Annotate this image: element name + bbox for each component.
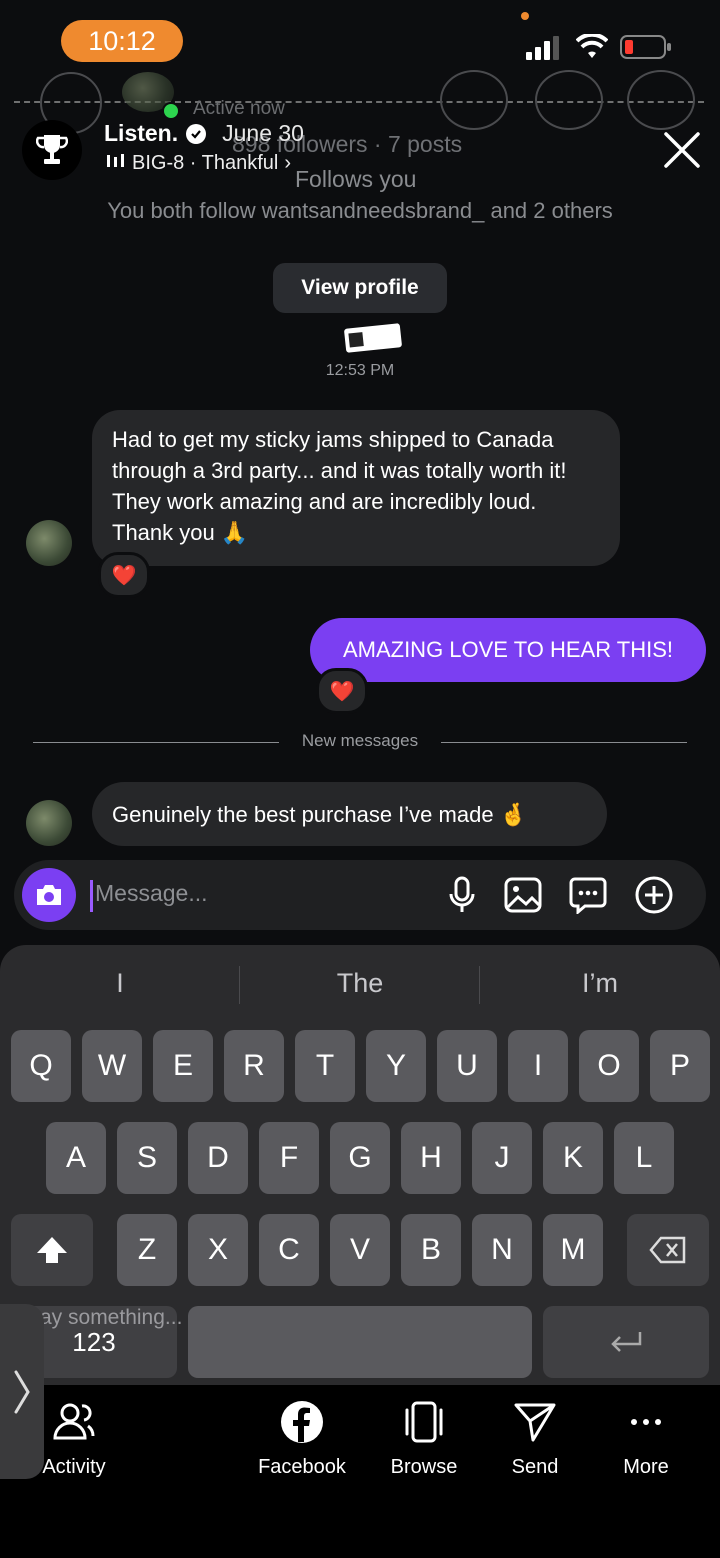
facebook-icon <box>281 1401 323 1443</box>
suggestion-3[interactable]: I’m <box>480 968 720 999</box>
nav-browse[interactable]: Browse <box>374 1400 474 1479</box>
backspace-icon <box>649 1236 686 1264</box>
key-c[interactable]: C <box>259 1214 319 1286</box>
gallery-icon[interactable] <box>503 875 543 915</box>
music-bars-icon <box>106 152 126 175</box>
online-dot <box>162 102 180 120</box>
add-icon[interactable] <box>634 875 674 915</box>
text-caret <box>90 880 93 912</box>
key-n[interactable]: N <box>472 1214 532 1286</box>
send-icon <box>514 1403 556 1442</box>
heart-reaction-icon[interactable]: ❤️ <box>98 552 150 598</box>
camera-icon <box>37 885 61 905</box>
music-title: BIG-8 · Thankful <box>132 152 279 174</box>
key-v[interactable]: V <box>330 1214 390 1286</box>
story-account-name: Listen. <box>104 120 179 146</box>
wifi-icon <box>575 32 609 65</box>
story-music[interactable]: BIG-8 · Thankful › <box>106 152 291 175</box>
outgoing-message[interactable]: AMAZING LOVE TO HEAR THIS! <box>310 618 706 682</box>
view-profile-button[interactable]: View profile <box>273 263 447 313</box>
space-key[interactable] <box>188 1306 532 1378</box>
key-t[interactable]: T <box>295 1030 355 1102</box>
battery-icon <box>620 34 672 65</box>
key-g[interactable]: G <box>330 1122 390 1194</box>
shift-icon <box>37 1237 67 1263</box>
privacy-indicator-dot <box>521 12 529 20</box>
verified-badge-icon <box>186 123 207 144</box>
key-p[interactable]: P <box>650 1030 710 1102</box>
suggestion-1[interactable]: I <box>0 968 240 999</box>
key-i[interactable]: I <box>508 1030 568 1102</box>
nav-label: Browse <box>390 1456 458 1478</box>
nav-label: More <box>623 1456 669 1478</box>
key-x[interactable]: X <box>188 1214 248 1286</box>
sticker-chat-icon[interactable] <box>568 875 608 915</box>
key-h[interactable]: H <box>401 1122 461 1194</box>
key-d[interactable]: D <box>188 1122 248 1194</box>
key-j[interactable]: J <box>472 1122 532 1194</box>
incoming-message[interactable]: Genuinely the best purchase I’ve made 🤞 <box>92 782 607 846</box>
story-account[interactable]: Listen. June 30 <box>104 120 304 147</box>
key-o[interactable]: O <box>579 1030 639 1102</box>
music-sticker <box>343 323 403 353</box>
people-icon <box>53 1403 95 1440</box>
key-k[interactable]: K <box>543 1122 603 1194</box>
key-e[interactable]: E <box>153 1030 213 1102</box>
key-f[interactable]: F <box>259 1122 319 1194</box>
return-key[interactable] <box>543 1306 709 1378</box>
status-time: 10:12 <box>61 20 183 62</box>
close-icon[interactable] <box>660 128 704 172</box>
sender-avatar[interactable] <box>26 520 72 566</box>
new-messages-label: New messages <box>301 731 419 750</box>
message-timestamp: 12:53 PM <box>325 362 395 379</box>
emoji-button-ghost <box>440 70 508 130</box>
backspace-key[interactable] <box>627 1214 709 1286</box>
nav-facebook[interactable]: Facebook <box>252 1400 352 1479</box>
trophy-icon[interactable] <box>22 120 82 180</box>
sender-avatar[interactable] <box>26 800 72 846</box>
nav-send[interactable]: Send <box>485 1400 585 1479</box>
message-input[interactable]: Message... <box>95 880 208 907</box>
key-u[interactable]: U <box>437 1030 497 1102</box>
browse-icon <box>405 1401 443 1443</box>
key-b[interactable]: B <box>401 1214 461 1286</box>
faded-overlay-text: ay something... <box>40 1306 183 1329</box>
active-status: Active now <box>193 98 285 119</box>
nav-more[interactable]: More <box>596 1400 696 1479</box>
key-l[interactable]: L <box>614 1122 674 1194</box>
microphone-icon[interactable] <box>442 875 482 915</box>
camera-button[interactable] <box>22 868 76 922</box>
key-m[interactable]: M <box>543 1214 603 1286</box>
call-button-ghost <box>535 70 603 130</box>
nav-label: Send <box>511 1456 559 1478</box>
follows-you-label: Follows you <box>295 166 417 192</box>
chevron-right-icon: › <box>284 152 292 174</box>
key-a[interactable]: A <box>46 1122 106 1194</box>
suggestion-2[interactable]: The <box>240 968 480 999</box>
key-q[interactable]: Q <box>11 1030 71 1102</box>
more-dots-icon <box>631 1419 661 1425</box>
story-date: June 30 <box>222 120 304 146</box>
mutual-follows: You both follow wantsandneedsbrand_ and … <box>107 198 613 223</box>
key-r[interactable]: R <box>224 1030 284 1102</box>
return-icon <box>611 1332 642 1352</box>
nav-activity[interactable]: Activity <box>24 1400 124 1479</box>
key-z[interactable]: Z <box>117 1214 177 1286</box>
key-y[interactable]: Y <box>366 1030 426 1102</box>
heart-reaction-icon[interactable]: ❤️ <box>316 668 368 714</box>
video-button-ghost <box>627 70 695 130</box>
shift-key[interactable] <box>11 1214 93 1286</box>
incoming-message[interactable]: Had to get my sticky jams shipped to Can… <box>92 410 620 566</box>
nav-label: Activity <box>42 1456 106 1478</box>
key-w[interactable]: W <box>82 1030 142 1102</box>
nav-label: Facebook <box>258 1456 346 1478</box>
key-s[interactable]: S <box>117 1122 177 1194</box>
signal-icon <box>526 36 562 65</box>
